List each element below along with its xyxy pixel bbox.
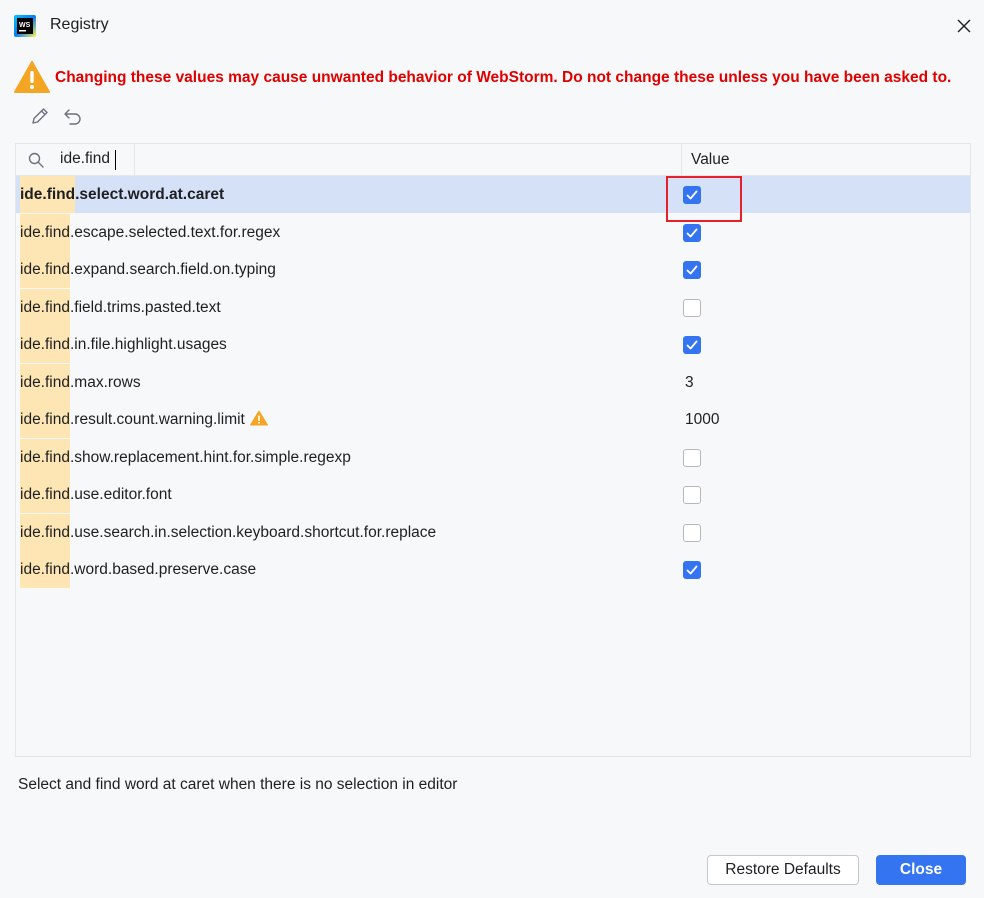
table-row[interactable]: ide.find.field.trims.pasted.text: [16, 288, 970, 326]
registry-key-suffix: .escape.selected.text.for.regex: [69, 223, 281, 241]
registry-key: ide.find.use.search.in.selection.keyboar…: [20, 513, 437, 551]
search-match-highlight: ide.find: [20, 438, 70, 476]
checkmark-icon: [686, 565, 698, 575]
checkmark-icon: [686, 190, 698, 200]
registry-key-suffix: .select.word.at.caret: [75, 186, 225, 203]
registry-key: ide.find.show.replacement.hint.for.simpl…: [20, 438, 351, 476]
table-row[interactable]: ide.find.select.word.at.caret: [16, 176, 970, 213]
search-match-highlight: ide.find: [20, 288, 70, 326]
registry-value[interactable]: 1000: [685, 401, 719, 438]
search-match-highlight: ide.find: [20, 251, 70, 288]
registry-key-suffix: .result.count.warning.limit: [69, 411, 245, 428]
table-row[interactable]: ide.find.word.based.preserve.case: [16, 551, 970, 588]
checkbox-unchecked[interactable]: [683, 298, 701, 317]
value-column-header[interactable]: Value: [691, 151, 730, 169]
checkbox-unchecked[interactable]: [683, 523, 701, 542]
warning-icon: [14, 61, 50, 93]
search-match-highlight: ide.find: [20, 176, 76, 213]
search-match-highlight: ide.find: [20, 551, 70, 588]
close-button[interactable]: Close: [876, 855, 966, 885]
checkbox-checked[interactable]: [683, 336, 701, 354]
registry-key: ide.find.use.editor.font: [20, 476, 172, 513]
checkbox-checked[interactable]: [683, 561, 701, 579]
table-row[interactable]: ide.find.use.editor.font: [16, 476, 970, 513]
checkbox-checked[interactable]: [683, 186, 701, 204]
restore-defaults-button[interactable]: Restore Defaults: [707, 855, 859, 885]
registry-key-suffix: .use.search.in.selection.keyboard.shortc…: [69, 523, 437, 541]
registry-key-suffix: .field.trims.pasted.text: [69, 298, 221, 316]
pencil-icon[interactable]: [28, 104, 52, 128]
search-match-highlight: ide.find: [20, 401, 70, 438]
registry-key: ide.find.escape.selected.text.for.regex: [20, 213, 281, 251]
table-row[interactable]: ide.find.use.search.in.selection.keyboar…: [16, 513, 970, 551]
table-row[interactable]: ide.find.show.replacement.hint.for.simpl…: [16, 438, 970, 476]
registry-key-suffix: .max.rows: [69, 373, 141, 391]
registry-key: ide.find.in.file.highlight.usages: [20, 326, 227, 363]
svg-text:WS: WS: [19, 22, 31, 29]
window-title: Registry: [50, 16, 109, 33]
table-row[interactable]: ide.find.max.rows 3: [16, 363, 970, 401]
search-match-highlight: ide.find: [20, 513, 70, 551]
checkbox-checked[interactable]: [683, 261, 701, 279]
registry-key-suffix: .show.replacement.hint.for.simple.regexp: [69, 448, 351, 466]
table-header: Value: [16, 144, 970, 176]
title-bar: WS Registry: [0, 0, 984, 52]
header-divider: [134, 144, 135, 175]
checkmark-icon: [686, 265, 698, 275]
close-icon[interactable]: [952, 14, 976, 38]
table-row[interactable]: ide.find.in.file.highlight.usages: [16, 326, 970, 363]
registry-key: ide.find.select.word.at.caret: [20, 176, 224, 213]
checkmark-icon: [686, 228, 698, 237]
registry-key-suffix: .in.file.highlight.usages: [69, 336, 227, 353]
registry-table: Value ide.find.select.word.at.caretide.f…: [15, 143, 971, 757]
header-divider: [681, 144, 682, 175]
registry-key-suffix: .word.based.preserve.case: [69, 561, 257, 578]
warning-banner: Changing these values may cause unwanted…: [14, 60, 979, 96]
registry-key: ide.find.max.rows: [20, 363, 141, 401]
checkbox-unchecked[interactable]: [683, 448, 701, 467]
registry-key: ide.find.word.based.preserve.case: [20, 551, 256, 588]
checkbox-checked[interactable]: [683, 223, 701, 242]
registry-value[interactable]: 3: [685, 364, 694, 401]
search-input[interactable]: [60, 148, 134, 170]
registry-key: ide.find.expand.search.field.on.typing: [20, 251, 276, 288]
checkbox-unchecked[interactable]: [683, 486, 701, 504]
description-text: Select and find word at caret when there…: [18, 776, 458, 793]
warning-icon: [249, 410, 268, 426]
registry-key-suffix: .use.editor.font: [69, 486, 172, 503]
webstorm-icon: WS: [14, 15, 36, 37]
warning-text: Changing these values may cause unwanted…: [55, 69, 952, 86]
search-match-highlight: ide.find: [20, 213, 70, 251]
table-row[interactable]: ide.find.escape.selected.text.for.regex: [16, 213, 970, 251]
text-caret: [115, 150, 116, 170]
search-icon: [28, 152, 44, 168]
checkmark-icon: [686, 340, 698, 350]
search-match-highlight: ide.find: [20, 326, 70, 363]
search-match-highlight: ide.find: [20, 363, 70, 401]
table-row[interactable]: ide.find.result.count.warning.limit 1000: [16, 401, 970, 438]
registry-key-suffix: .expand.search.field.on.typing: [69, 261, 276, 278]
table-row[interactable]: ide.find.expand.search.field.on.typing: [16, 251, 970, 288]
registry-key: ide.find.field.trims.pasted.text: [20, 288, 221, 326]
search-match-highlight: ide.find: [20, 476, 70, 513]
registry-key: ide.find.result.count.warning.limit: [20, 401, 268, 438]
undo-icon[interactable]: [61, 104, 85, 128]
